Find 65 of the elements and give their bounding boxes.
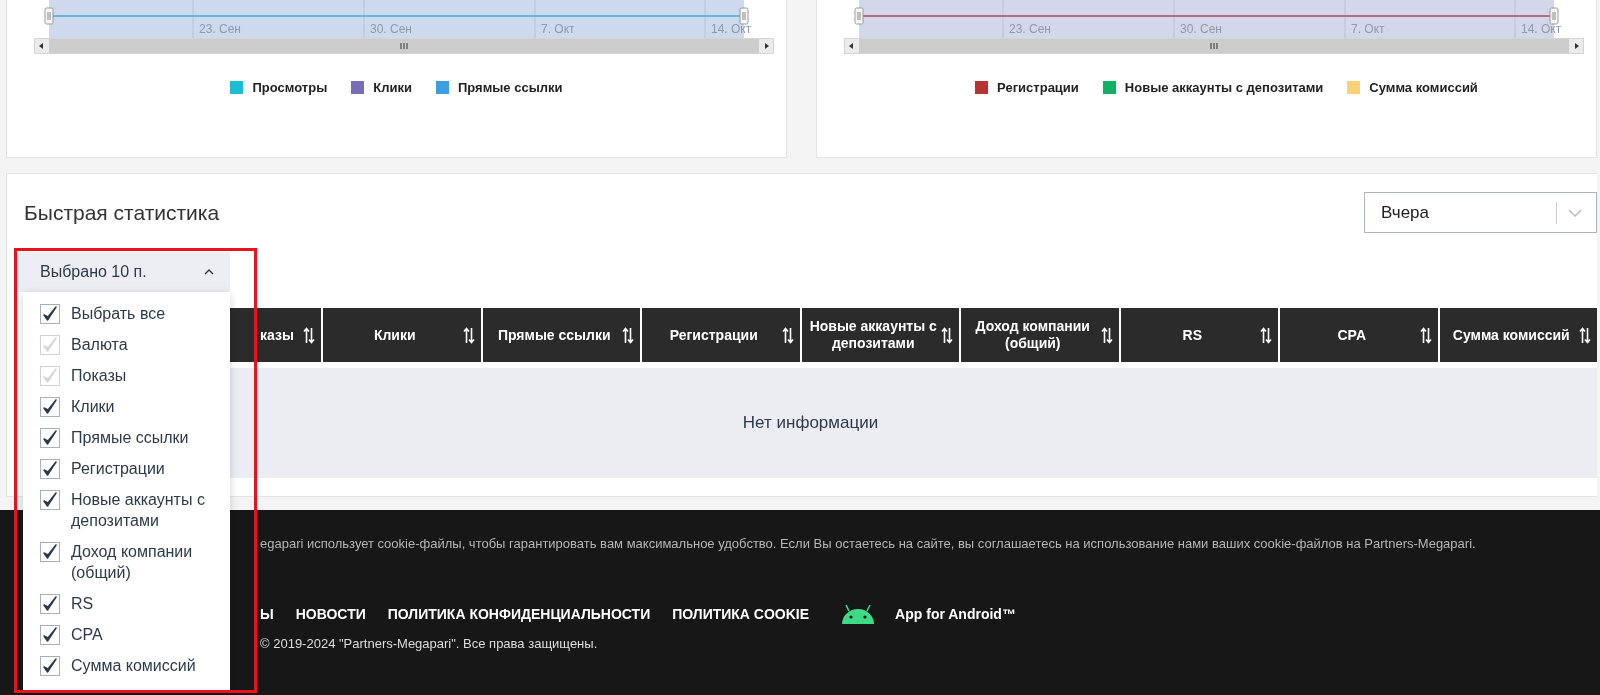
column-header[interactable]: CPA	[1280, 308, 1438, 362]
footer-link[interactable]: Ы	[260, 606, 274, 622]
checkbox-option[interactable]: Новые аккаунты с депозитами	[23, 489, 230, 531]
column-header[interactable]: Новые аккаунты с депозитами	[801, 308, 959, 362]
app-link[interactable]: App for Android™	[895, 606, 1016, 622]
legend-item[interactable]: Регистрации	[975, 80, 1079, 95]
checkbox-option[interactable]: RS	[23, 593, 230, 614]
checkbox-option[interactable]: Доход компании (общий)	[23, 541, 230, 583]
sort-icon	[1100, 326, 1113, 344]
footer-link[interactable]: НОВОСТИ	[295, 606, 366, 622]
sort-icon	[462, 326, 475, 344]
axis-label: 30. Сен	[370, 22, 412, 36]
checkbox[interactable]	[40, 459, 60, 479]
checkbox[interactable]	[40, 542, 60, 562]
checkbox[interactable]	[40, 625, 60, 645]
android-icon	[841, 604, 876, 624]
legend-item[interactable]: Прямые ссылки	[435, 80, 563, 95]
empty-message: Нет информации	[742, 413, 879, 433]
checkbox-option[interactable]: Сумма комиссий	[23, 655, 230, 676]
column-header[interactable]: Регистрации	[642, 308, 800, 362]
period-select[interactable]: Вчера	[1364, 192, 1597, 233]
sort-icon	[1260, 326, 1272, 344]
column-header[interactable]: Прямые ссылки	[482, 308, 640, 362]
checkbox-option[interactable]: Регистрации	[23, 458, 230, 479]
legend-item[interactable]: Сумма комиссий	[1347, 80, 1478, 95]
checkbox[interactable]	[40, 594, 60, 614]
checkbox-option[interactable]: Клики	[23, 396, 230, 417]
chevron-icon	[1568, 208, 1582, 217]
sort-icon	[1579, 326, 1591, 344]
column-picker-button[interactable]: Выбрано 10 п.	[16, 252, 230, 292]
axis-label: 14. Окт	[1521, 22, 1562, 36]
sort-icon	[622, 326, 634, 344]
legend-item[interactable]: Просмотры	[230, 80, 328, 95]
checkbox[interactable]	[40, 656, 60, 676]
checkbox[interactable]	[40, 490, 60, 510]
sort-icon	[1419, 326, 1432, 344]
checkbox-option[interactable]: CPA	[23, 624, 230, 645]
copyright: © 2019-2024 "Partners-Megapari". Все права защищены.	[260, 636, 599, 651]
axis-label: 30. Сен	[1180, 22, 1222, 36]
column-header[interactable]: Сумма комиссий	[1439, 308, 1597, 362]
checkbox[interactable]	[40, 428, 60, 448]
column-header[interactable]: Доход компании (общий)	[961, 308, 1119, 362]
axis-label: 7. Окт	[1351, 22, 1385, 36]
footer-link[interactable]: ПОЛИТИКА COOKIE	[672, 606, 810, 622]
footer-link[interactable]: ПОЛИТИКА КОНФИДЕНЦИАЛЬНОСТИ	[387, 606, 651, 622]
scrollbar[interactable]	[844, 38, 1584, 54]
sort-icon	[941, 326, 953, 344]
checkbox[interactable]	[40, 304, 60, 324]
column-header[interactable]: RS	[1120, 308, 1278, 362]
checkbox[interactable]	[40, 397, 60, 417]
checkbox-option[interactable]: Выбрать все	[23, 303, 230, 324]
column-header[interactable]: Клики	[323, 308, 481, 362]
checkbox-option[interactable]: Прямые ссылки	[23, 427, 230, 448]
axis-label: 7. Окт	[541, 22, 575, 36]
cookie-notice: egapari использует cookie-файлы, чтобы гарантировать вам максимальное удобство. Если Вы остаетесь на сайте, вы соглашаетесь на использование нами ваших cookie-файлов на Partners-Megapari.	[260, 536, 1477, 553]
axis-label: 23. Сен	[1009, 22, 1051, 36]
axis-label: 23. Сен	[199, 22, 241, 36]
sort-icon	[781, 326, 794, 344]
section-title: Быстрая статистика	[24, 200, 220, 225]
scrollbar[interactable]	[34, 38, 774, 54]
axis-label: 14. Окт	[711, 22, 752, 36]
legend-item[interactable]: Новые аккаунты с депозитами	[1102, 80, 1324, 95]
sort-icon	[303, 326, 315, 344]
chevron-icon	[204, 269, 214, 275]
legend-item[interactable]: Клики	[351, 80, 412, 95]
